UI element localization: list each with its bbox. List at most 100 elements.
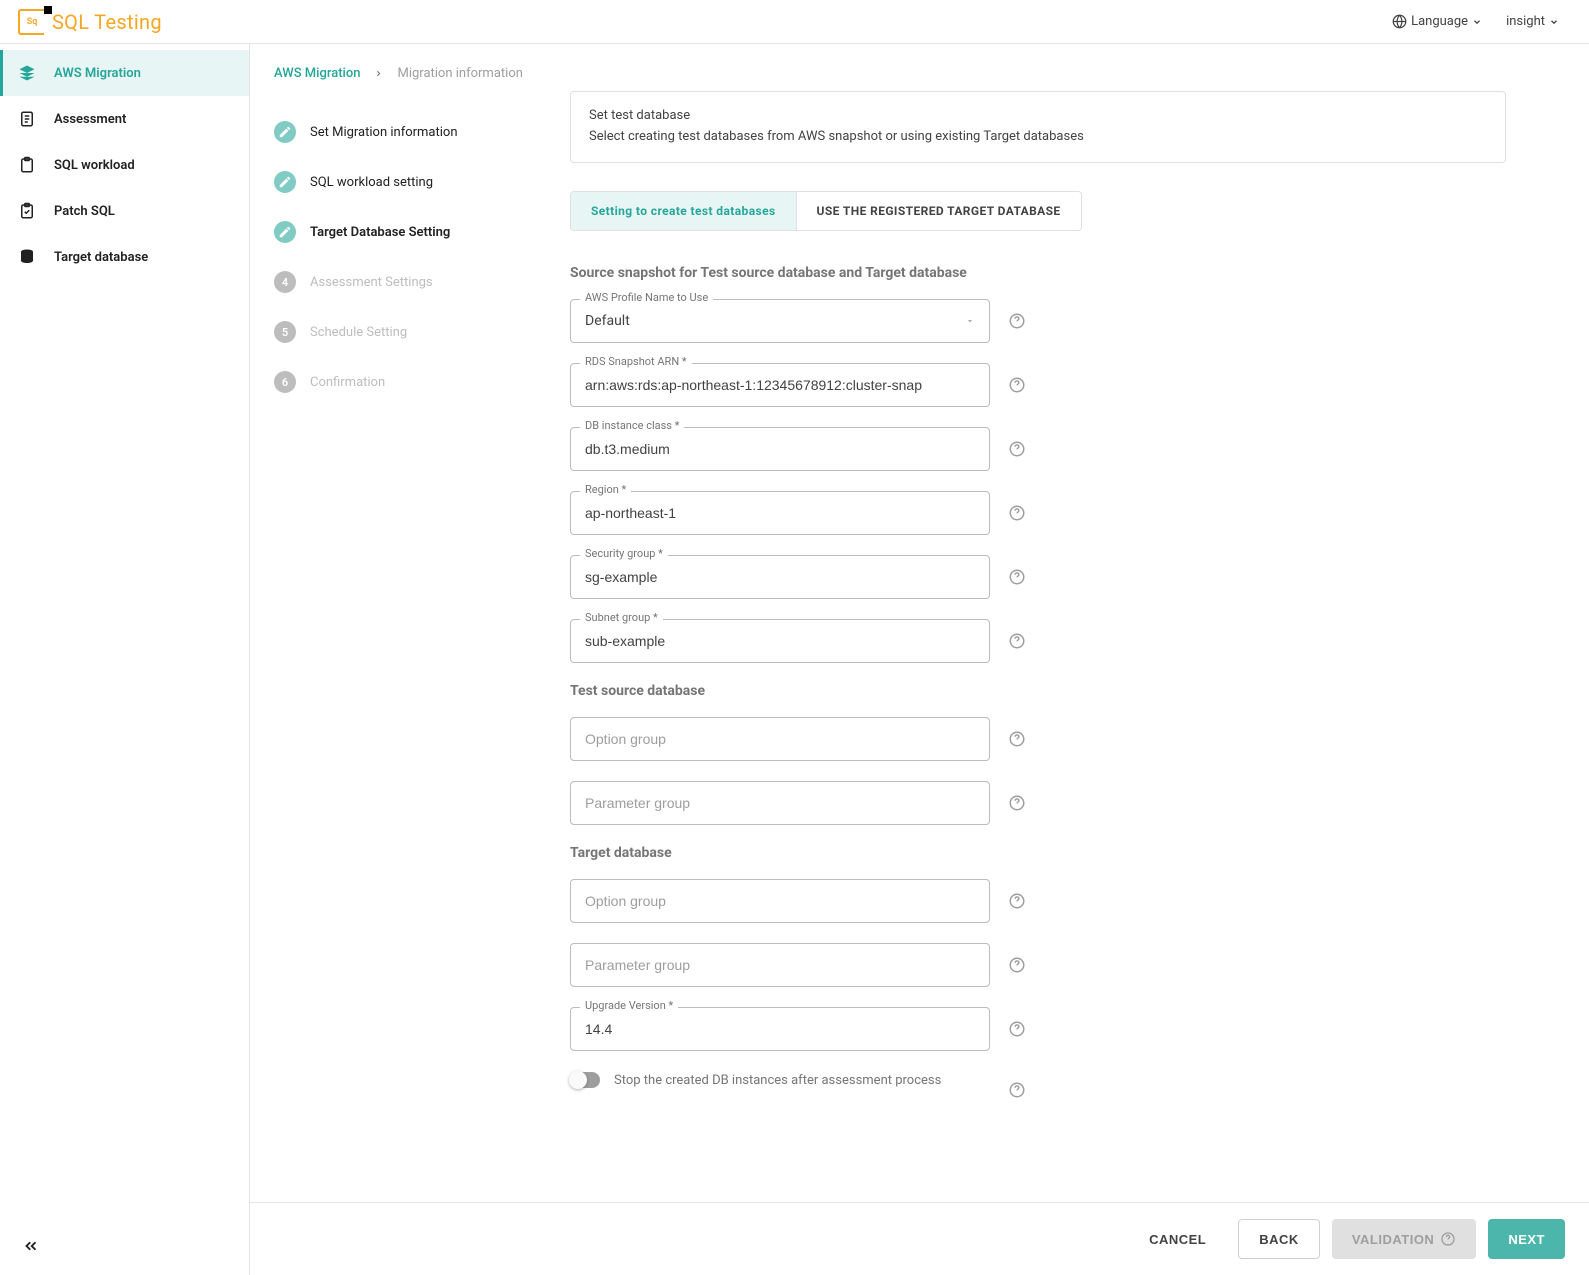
src-param-group-field <box>570 781 990 825</box>
database-icon <box>18 248 36 266</box>
step-schedule[interactable]: 5 Schedule Setting <box>274 307 546 357</box>
sidebar-item-label: Target database <box>54 250 148 265</box>
region-input[interactable] <box>570 491 990 535</box>
chevrons-left-icon <box>22 1237 40 1255</box>
breadcrumb-current: Migration information <box>397 66 522 81</box>
rds-arn-input[interactable] <box>570 363 990 407</box>
instance-class-input[interactable] <box>570 427 990 471</box>
user-label: insight <box>1506 14 1545 29</box>
tgt-option-group-input[interactable] <box>570 879 990 923</box>
pencil-icon <box>278 225 292 239</box>
sidebar-item-label: Assessment <box>54 112 126 127</box>
step-indicator-done <box>274 121 296 143</box>
tab-group: Setting to create test databases USE THE… <box>570 191 1082 231</box>
field-label: AWS Profile Name to Use <box>580 291 713 304</box>
globe-icon <box>1392 14 1407 29</box>
help-icon[interactable] <box>1008 794 1026 812</box>
help-icon[interactable] <box>1008 1020 1026 1038</box>
field-label: Region * <box>580 483 631 496</box>
field-label: RDS Snapshot ARN * <box>580 355 692 368</box>
security-group-input[interactable] <box>570 555 990 599</box>
stop-instances-label: Stop the created DB instances after asse… <box>614 1071 990 1091</box>
step-indicator-done <box>274 171 296 193</box>
back-button[interactable]: BACK <box>1238 1219 1320 1259</box>
region-field: Region * <box>570 491 990 535</box>
info-desc: Select creating test databases from AWS … <box>589 127 1487 148</box>
help-icon[interactable] <box>1008 730 1026 748</box>
user-menu[interactable]: insight <box>1494 8 1571 35</box>
help-icon[interactable] <box>1008 632 1026 650</box>
step-target-db[interactable]: Target Database Setting <box>274 207 546 257</box>
step-label: Set Migration information <box>310 125 458 140</box>
validation-button[interactable]: VALIDATION <box>1332 1219 1477 1259</box>
sidebar-item-sql-workload[interactable]: SQL workload <box>0 142 249 188</box>
footer: CANCEL BACK VALIDATION NEXT <box>250 1202 1589 1275</box>
aws-profile-value: Default <box>585 313 630 329</box>
step-indicator-current <box>274 221 296 243</box>
clipboard-icon <box>18 156 36 174</box>
instance-class-field: DB instance class * <box>570 427 990 471</box>
language-menu[interactable]: Language <box>1380 8 1494 35</box>
breadcrumb: AWS Migration Migration information <box>250 44 1589 91</box>
topbar: Sq SQL Testing Language insight <box>0 0 1589 44</box>
step-label: Assessment Settings <box>310 275 433 290</box>
next-button[interactable]: NEXT <box>1488 1219 1565 1259</box>
aws-profile-select[interactable]: Default <box>570 299 990 343</box>
sidebar-collapse-button[interactable] <box>0 1221 249 1275</box>
field-label: Security group * <box>580 547 668 560</box>
step-assessment-settings[interactable]: 4 Assessment Settings <box>274 257 546 307</box>
sidebar-item-aws-migration[interactable]: AWS Migration <box>0 50 249 96</box>
form-area: Set test database Select creating test d… <box>570 91 1530 1122</box>
info-title: Set test database <box>589 106 1487 127</box>
step-indicator-pending: 5 <box>274 321 296 343</box>
cancel-button[interactable]: CANCEL <box>1129 1219 1226 1259</box>
chevron-right-icon <box>374 69 383 78</box>
sidebar-item-assessment[interactable]: Assessment <box>0 96 249 142</box>
step-indicator-pending: 4 <box>274 271 296 293</box>
info-box: Set test database Select creating test d… <box>570 91 1506 163</box>
step-label: Target Database Setting <box>310 225 450 240</box>
help-icon[interactable] <box>1008 892 1026 910</box>
breadcrumb-link[interactable]: AWS Migration <box>274 66 360 81</box>
step-list: Set Migration information SQL workload s… <box>250 91 570 1122</box>
tab-use-registered[interactable]: USE THE REGISTERED TARGET DATABASE <box>796 192 1081 230</box>
sidebar: AWS Migration Assessment SQL workload Pa… <box>0 44 250 1275</box>
tgt-param-group-field <box>570 943 990 987</box>
chevron-down-icon <box>1472 17 1482 27</box>
chevron-down-icon <box>1549 17 1559 27</box>
logo-icon: Sq <box>18 9 44 35</box>
step-indicator-pending: 6 <box>274 371 296 393</box>
tab-create-test-db[interactable]: Setting to create test databases <box>571 192 796 230</box>
help-icon[interactable] <box>1008 1081 1026 1099</box>
help-icon[interactable] <box>1008 312 1026 330</box>
help-icon[interactable] <box>1008 376 1026 394</box>
field-label: Subnet group * <box>580 611 663 624</box>
dropdown-icon <box>965 316 975 326</box>
upgrade-version-input[interactable] <box>570 1007 990 1051</box>
step-label: Confirmation <box>310 375 385 390</box>
stop-instances-toggle[interactable] <box>570 1072 600 1088</box>
sidebar-item-patch-sql[interactable]: Patch SQL <box>0 188 249 234</box>
step-migration-info[interactable]: Set Migration information <box>274 107 546 157</box>
clipboard-check-icon <box>18 202 36 220</box>
document-icon <box>18 110 36 128</box>
step-confirmation[interactable]: 6 Confirmation <box>274 357 546 407</box>
tgt-param-group-input[interactable] <box>570 943 990 987</box>
src-option-group-input[interactable] <box>570 717 990 761</box>
step-sql-workload[interactable]: SQL workload setting <box>274 157 546 207</box>
subnet-group-input[interactable] <box>570 619 990 663</box>
sidebar-item-label: AWS Migration <box>54 66 141 81</box>
sidebar-item-target-database[interactable]: Target database <box>0 234 249 280</box>
src-option-group-field <box>570 717 990 761</box>
tgt-option-group-field <box>570 879 990 923</box>
help-icon[interactable] <box>1008 568 1026 586</box>
field-label: DB instance class * <box>580 419 684 432</box>
brand-name: SQL Testing <box>52 10 162 34</box>
rds-arn-field: RDS Snapshot ARN * <box>570 363 990 407</box>
sidebar-item-label: SQL workload <box>54 158 135 173</box>
help-icon[interactable] <box>1008 504 1026 522</box>
help-icon[interactable] <box>1008 956 1026 974</box>
aws-profile-field[interactable]: AWS Profile Name to Use Default <box>570 299 990 343</box>
src-param-group-input[interactable] <box>570 781 990 825</box>
help-icon[interactable] <box>1008 440 1026 458</box>
